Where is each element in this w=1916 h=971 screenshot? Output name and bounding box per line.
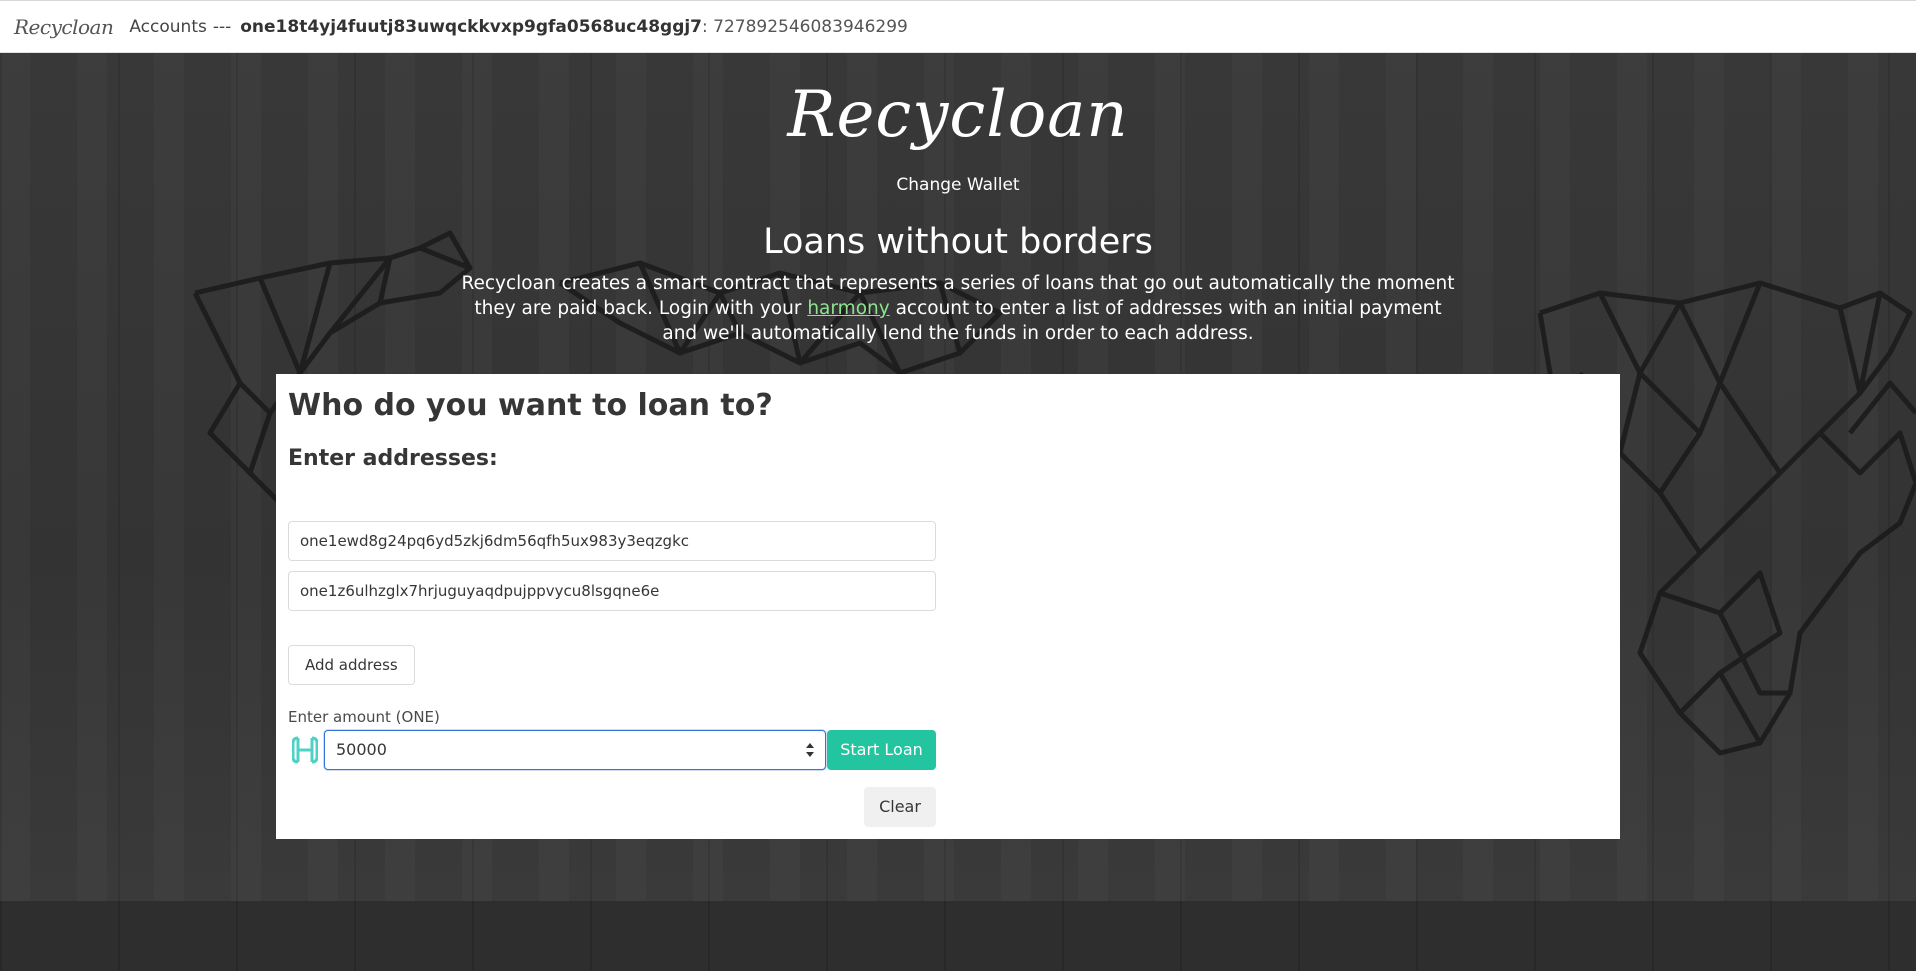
amount-value: 50000 (336, 740, 387, 759)
account-address: one18t4yj4fuutj83uwqckkvxp9gfa0568uc48gg… (240, 16, 703, 37)
hero-description: Recycloan creates a smart contract that … (458, 271, 1458, 346)
harmony-link[interactable]: harmony (807, 298, 889, 319)
account-balance: : 727892546083946299 (702, 16, 908, 37)
add-address-button[interactable]: Add address (288, 645, 415, 685)
accounts-separator: --- (212, 16, 232, 37)
change-wallet-link[interactable]: Change Wallet (0, 175, 1916, 195)
number-spinner-icon[interactable] (805, 741, 815, 759)
loan-form-card: Who do you want to loan to? Enter addres… (276, 374, 1620, 839)
address-input-1[interactable]: one1ewd8g24pq6yd5zkj6dm56qfh5ux983y3eqzg… (288, 521, 936, 561)
top-navbar: Recycloan Accounts --- one18t4yj4fuutj83… (0, 0, 1916, 53)
app-logo: Recycloan (787, 78, 1129, 152)
accounts-label: Accounts (129, 16, 207, 37)
form-subtitle: Enter addresses: (288, 446, 498, 471)
start-loan-button[interactable]: Start Loan (827, 730, 936, 770)
navbar-brand-logo[interactable]: Recycloan (14, 15, 114, 39)
address-input-2[interactable]: one1z6ulhzglx7hrjuguyaqdpujppvycu8lsgqne… (288, 571, 936, 611)
footer-background (0, 901, 1916, 971)
amount-input[interactable]: 50000 (324, 730, 826, 770)
clear-button[interactable]: Clear (864, 787, 936, 827)
harmony-logo-icon (292, 736, 318, 764)
amount-label: Enter amount (ONE) (288, 708, 440, 726)
hero-title: Loans without borders (763, 222, 1153, 262)
form-title: Who do you want to loan to? (288, 388, 773, 423)
